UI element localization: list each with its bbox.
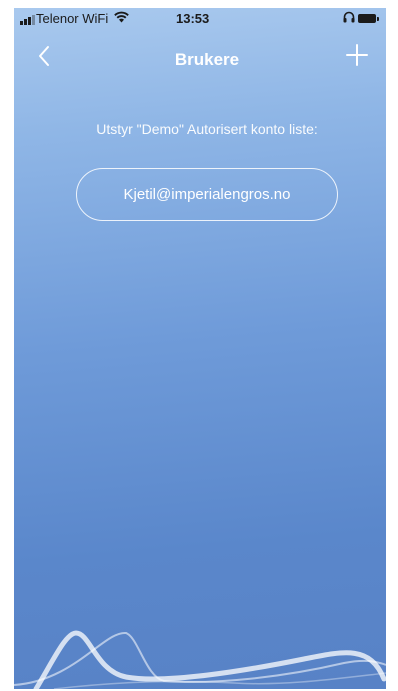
clock: 13:53 (176, 11, 210, 26)
carrier-name: Telenor WiFi (36, 11, 109, 26)
account-item[interactable]: Kjetil@imperialengros.no (76, 168, 338, 221)
app-screen: Telenor WiFi 13:53 Brukere Utstyr "Demo"… (14, 8, 386, 689)
battery-icon (358, 14, 379, 23)
account-email: Kjetil@imperialengros.no (123, 186, 291, 203)
add-user-button[interactable] (345, 43, 369, 67)
signal-icon (20, 15, 35, 25)
wifi-icon (114, 11, 129, 26)
page-title: Brukere (174, 50, 240, 69)
status-bar: Telenor WiFi 13:53 (14, 8, 386, 30)
decorative-waves (14, 630, 386, 689)
plus-icon (346, 44, 368, 66)
account-list-heading: Utstyr "Demo" Autorisert konto liste: (96, 121, 318, 137)
headphones-icon (343, 11, 355, 26)
